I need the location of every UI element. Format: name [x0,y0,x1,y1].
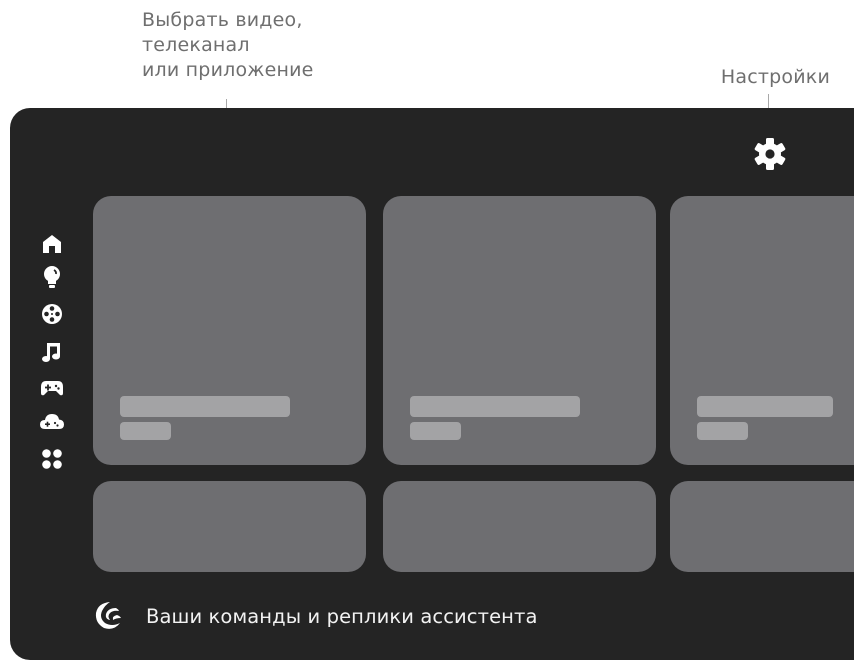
sidebar-item-cloud-games[interactable] [36,407,68,437]
sidebar-item-home[interactable] [36,229,68,259]
apps-grid-icon [42,449,62,469]
sidebar-item-movies[interactable] [36,299,68,329]
assistant-text: Ваши команды и реплики ассистента [146,604,538,628]
music-note-icon [42,343,60,362]
content-card[interactable] [93,196,366,465]
cloud-gaming-icon [40,414,64,429]
assistant-swirl-icon [95,602,121,629]
card-title-placeholder [697,396,833,417]
card-subtitle-placeholder [120,422,171,440]
content-callout-line-2: телеканал [142,34,250,56]
card-title-placeholder [410,396,580,417]
content-card-small[interactable] [93,481,366,572]
lightbulb-icon [44,266,60,288]
card-title-placeholder [120,396,290,417]
content-card-small[interactable] [383,481,656,572]
tv-screen: Ваши команды и реплики ассистента [10,108,854,660]
gear-icon [754,138,786,170]
card-subtitle-placeholder [410,422,461,440]
sidebar-item-ideas[interactable] [36,262,68,292]
home-icon [43,235,61,253]
content-callout-line-3: или приложение [142,59,314,81]
content-callout: Выбрать видео, телеканал или приложение [142,8,314,83]
sidebar-item-music[interactable] [36,337,68,367]
settings-button[interactable] [752,136,788,172]
content-card[interactable] [670,196,854,465]
settings-callout: Настройки [720,66,830,88]
content-card-small[interactable] [670,481,854,572]
gamepad-icon [41,381,63,396]
sidebar-item-apps[interactable] [36,444,68,474]
assistant-bar: Ваши команды и реплики ассистента [90,596,538,636]
sidebar-item-games[interactable] [36,373,68,403]
content-card[interactable] [383,196,656,465]
content-callout-line-1: Выбрать видео, [142,9,303,31]
card-subtitle-placeholder [697,422,748,440]
film-reel-icon [42,304,62,324]
